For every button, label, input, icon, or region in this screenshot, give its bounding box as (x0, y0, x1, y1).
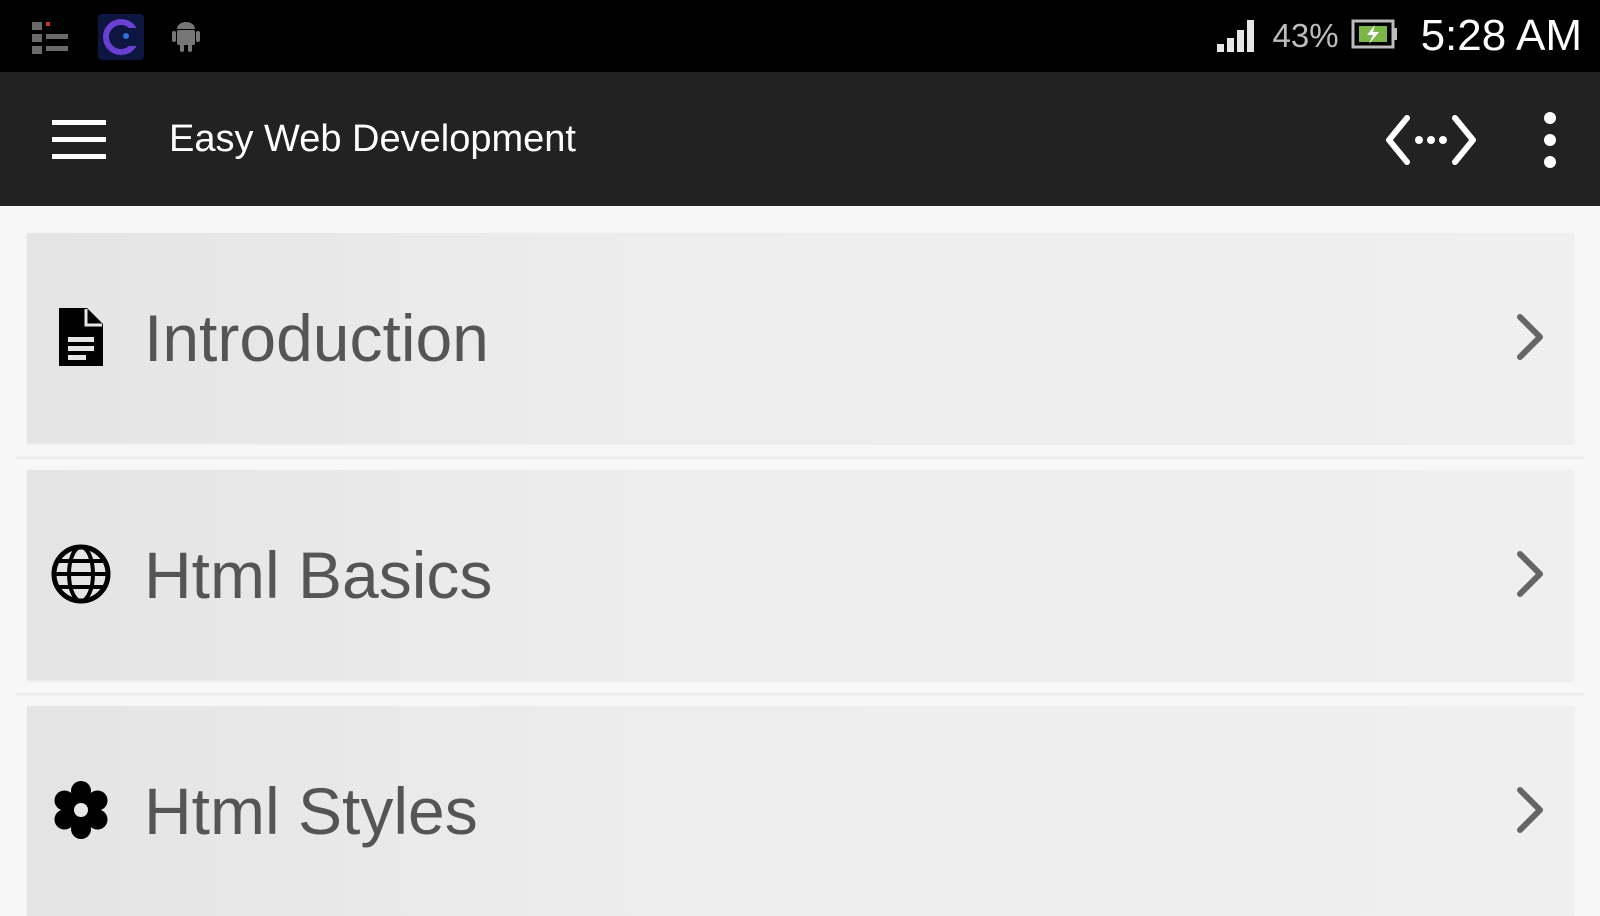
app-bar: Easy Web Development (0, 72, 1600, 206)
list-item-html-styles[interactable]: Html Styles (27, 706, 1574, 916)
chevron-right-icon (1512, 313, 1548, 361)
signal-icon (1215, 14, 1261, 59)
chevron-right-icon (1512, 786, 1548, 834)
notification-area (30, 14, 202, 65)
document-icon (47, 303, 115, 371)
battery-charging-icon (1351, 17, 1399, 56)
hamburger-menu-icon[interactable] (48, 114, 110, 166)
globe-icon (47, 540, 115, 608)
app-title: Easy Web Development (169, 118, 576, 160)
code-icon[interactable] (1385, 112, 1477, 168)
list-item-label: Html Basics (144, 538, 493, 612)
task-list-icon (30, 18, 72, 61)
chevron-right-icon (1512, 550, 1548, 598)
app-logo-icon (98, 14, 144, 65)
list-item-html-basics[interactable]: Html Basics (27, 470, 1574, 680)
divider (16, 693, 1584, 696)
flower-icon (47, 776, 115, 844)
system-status: 43% 5:28 AM (1215, 0, 1582, 72)
status-bar: 43% 5:28 AM (0, 0, 1600, 72)
list-item-introduction[interactable]: Introduction (27, 233, 1574, 443)
list-item-label: Html Styles (144, 774, 478, 848)
battery-percent: 43% (1272, 17, 1339, 54)
more-vert-icon[interactable] (1530, 110, 1570, 170)
list-item-label: Introduction (144, 301, 489, 375)
clock: 5:28 AM (1420, 11, 1582, 60)
android-icon (170, 20, 202, 59)
divider (16, 456, 1584, 459)
